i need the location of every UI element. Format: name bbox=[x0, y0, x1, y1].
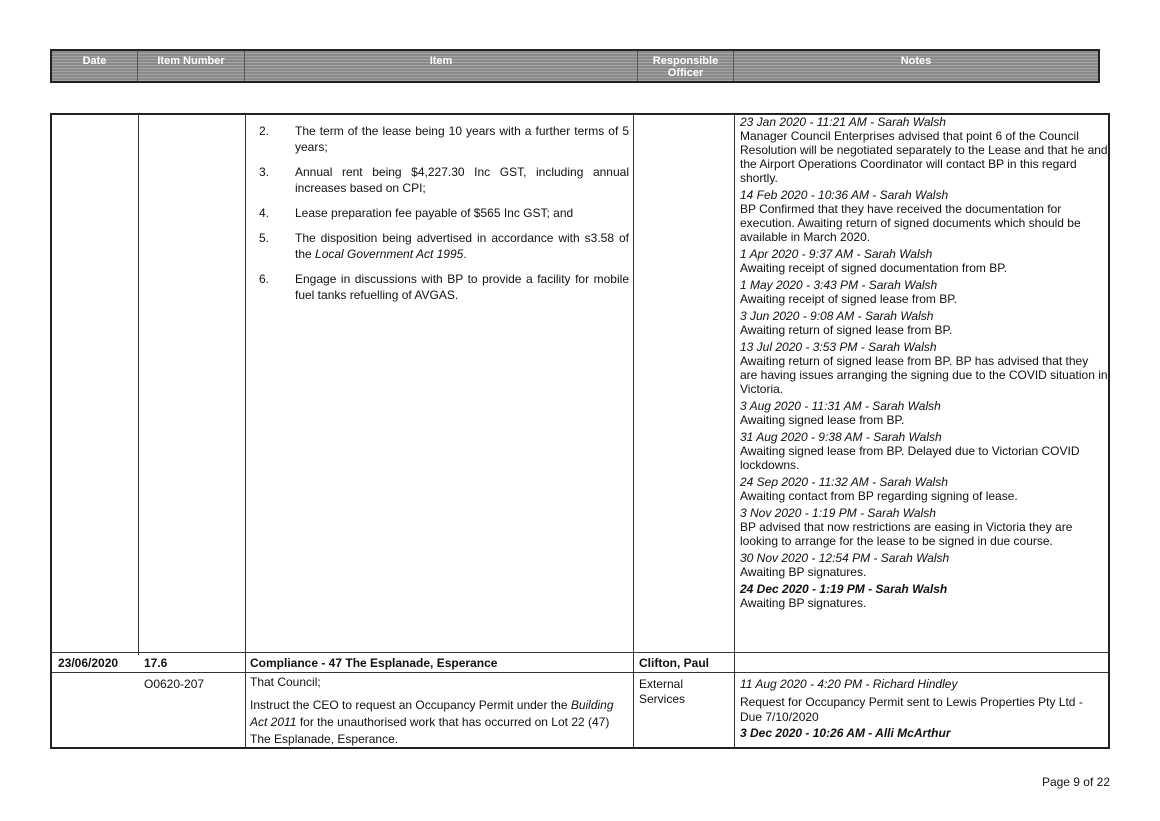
note-text: Awaiting signed lease from BP. Delayed d… bbox=[740, 444, 1080, 472]
list-item: 6. Engage in discussions with BP to prov… bbox=[259, 272, 629, 302]
item-date: 23/06/2020 bbox=[58, 656, 119, 670]
note-date: 13 Jul 2020 - 3:53 PM - Sarah Walsh bbox=[740, 340, 937, 354]
note-date: 30 Nov 2020 - 12:54 PM - Sarah Walsh bbox=[740, 551, 950, 565]
responsible-officer: Clifton, Paul bbox=[639, 656, 709, 670]
divider bbox=[245, 115, 246, 749]
note-text: Awaiting return of signed lease from BP.… bbox=[740, 354, 1108, 396]
note-date: 3 Jun 2020 - 9:08 AM - Sarah Walsh bbox=[740, 309, 934, 323]
note-date: 3 Aug 2020 - 11:31 AM - Sarah Walsh bbox=[740, 399, 941, 413]
resolution-text: Instruct the CEO to request an Occupancy… bbox=[250, 698, 614, 746]
note-text: Awaiting receipt of signed documentation… bbox=[740, 261, 1008, 275]
col-header-responsible-officer: Responsible Officer bbox=[638, 51, 734, 81]
notes-log: 23 Jan 2020 - 11:21 AM - Sarah Walsh Man… bbox=[740, 115, 1108, 613]
resolution-intro: That Council; bbox=[250, 675, 321, 689]
note-date: 24 Dec 2020 - 1:19 PM - Sarah Walsh bbox=[740, 582, 948, 596]
item-title: Compliance - 47 The Esplanade, Esperance bbox=[250, 656, 498, 670]
note-text: Awaiting return of signed lease from BP. bbox=[740, 323, 953, 337]
divider bbox=[52, 652, 1108, 653]
note-date: 31 Aug 2020 - 9:38 AM - Sarah Walsh bbox=[740, 430, 942, 444]
note-text: Awaiting signed lease from BP. bbox=[740, 413, 905, 427]
minutes-table: 2. The term of the lease being 10 years … bbox=[50, 113, 1110, 749]
note-text: Awaiting receipt of signed lease from BP… bbox=[740, 292, 958, 306]
note-date: 3 Nov 2020 - 1:19 PM - Sarah Walsh bbox=[740, 506, 936, 520]
divider bbox=[633, 115, 634, 749]
resolution-number: O0620-207 bbox=[144, 677, 205, 691]
divider bbox=[52, 672, 1108, 673]
note-date: 11 Aug 2020 - 4:20 PM - Richard Hindley bbox=[740, 677, 958, 691]
note-text: BP advised that now restrictions are eas… bbox=[740, 520, 1073, 548]
note-text: Awaiting BP signatures. bbox=[740, 596, 867, 610]
note-date: 3 Dec 2020 - 10:26 AM - Alli McArthur bbox=[740, 726, 951, 740]
note-date: 1 Apr 2020 - 9:37 AM - Sarah Walsh bbox=[740, 247, 933, 261]
col-header-item: Item bbox=[245, 51, 638, 81]
list-item: 4. Lease preparation fee payable of $565… bbox=[259, 206, 574, 220]
col-header-date: Date bbox=[52, 51, 138, 81]
table-header: Date Item Number Item Responsible Office… bbox=[50, 49, 1100, 83]
note-date: 23 Jan 2020 - 11:21 AM - Sarah Walsh bbox=[740, 115, 946, 129]
divider bbox=[138, 115, 139, 655]
note-text: Request for Occupancy Permit sent to Lew… bbox=[740, 695, 1083, 724]
note-text: Manager Council Enterprises advised that… bbox=[740, 129, 1108, 185]
note-text: BP Confirmed that they have received the… bbox=[740, 202, 1081, 244]
col-header-item-number: Item Number bbox=[138, 51, 245, 81]
resolution-list: 2. The term of the lease being 10 years … bbox=[257, 123, 629, 312]
note-text: Awaiting contact from BP regarding signi… bbox=[740, 489, 1018, 503]
col-header-notes: Notes bbox=[900, 55, 932, 67]
responsible-department: External Services bbox=[639, 677, 686, 706]
note-date: 1 May 2020 - 3:43 PM - Sarah Walsh bbox=[740, 278, 938, 292]
note-date: 24 Sep 2020 - 11:32 AM - Sarah Walsh bbox=[740, 475, 948, 489]
list-item: 5. The disposition being advertised in a… bbox=[259, 231, 629, 261]
note-date: 14 Feb 2020 - 10:36 AM - Sarah Walsh bbox=[740, 188, 949, 202]
list-item: 2. The term of the lease being 10 years … bbox=[259, 124, 629, 154]
note-text: Awaiting BP signatures. bbox=[740, 565, 867, 579]
list-item: 3. Annual rent being $4,227.30 Inc GST, … bbox=[259, 165, 629, 195]
page-number: Page 9 of 22 bbox=[1041, 775, 1110, 789]
divider bbox=[734, 115, 735, 749]
item-number: 17.6 bbox=[144, 656, 168, 670]
